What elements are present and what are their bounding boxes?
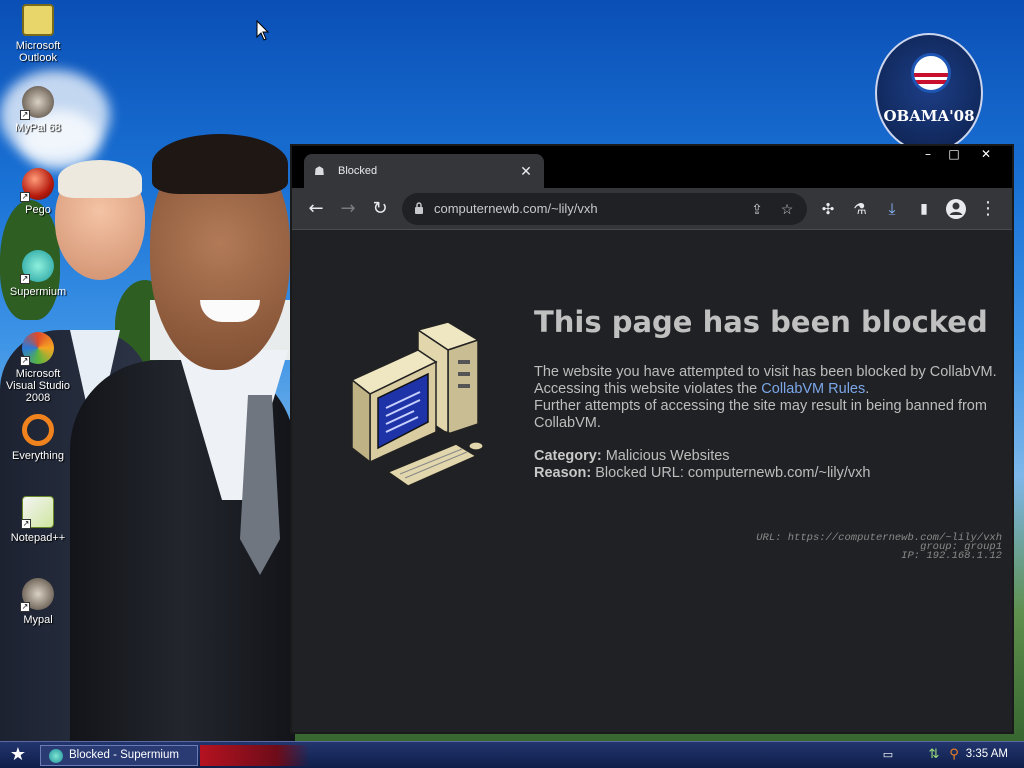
extensions-puzzle-icon[interactable]: ✣ (816, 197, 840, 221)
ban-warning-line: Further attempts of accessing the site m… (534, 398, 987, 431)
start-star-icon[interactable]: ★ (4, 744, 32, 766)
download-icon[interactable]: ⤓ (880, 197, 904, 221)
reason-line: Reason: Blocked URL: computernewb.com/~l… (534, 465, 1004, 482)
desktop-icon-outlook[interactable]: Microsoft Outlook (0, 4, 76, 64)
system-tray: ▭ ⇅ ⚲ 3:35 AM (864, 742, 1024, 768)
taskbar: ★ Blocked - Supermium ▭ ⇅ ⚲ 3:35 AM (0, 741, 1024, 768)
category-label: Category: (534, 448, 602, 464)
mypal-raccoon-icon: ↗ (20, 578, 54, 612)
clock[interactable]: 3:35 AM (966, 748, 1008, 760)
computer-illustration-icon (350, 322, 484, 487)
mypal-raccoon-icon: ↗ (20, 86, 54, 120)
side-panel-icon[interactable]: ▮ (912, 197, 936, 221)
everything-search-icon (22, 414, 54, 446)
rules-prefix: Accessing this website violates the (534, 381, 762, 397)
pego-orb-icon: ↗ (20, 168, 54, 202)
page-title: This page has been blocked (534, 305, 988, 339)
meta-ip: IP: 192.168.1.12 (901, 550, 1002, 562)
desktop-icon-mypal68[interactable]: ↗ MyPal 68 (0, 86, 76, 134)
tab-close-icon[interactable]: ✕ (518, 163, 534, 180)
outlook-icon (22, 4, 54, 36)
desktop-icon-label: Everything (12, 450, 64, 462)
desktop-icon-label: Notepad++ (10, 532, 66, 544)
browser-window: ☗ Blocked ✕ – □ ✕ ← → ↻ computernewb.com… (290, 144, 1014, 734)
rules-line: Accessing this website violates the Coll… (534, 381, 1004, 398)
menu-kebab-icon[interactable]: ⋮ (976, 197, 1000, 221)
tab-title: Blocked (338, 165, 378, 177)
desktop-icon-label: Pego (25, 204, 51, 216)
network-icon[interactable]: ⇅ (926, 747, 942, 763)
supermium-icon: ↗ (20, 250, 54, 284)
keyboard-icon[interactable]: ▭ (880, 747, 896, 763)
maximize-button[interactable]: □ (940, 146, 968, 164)
mouse-cursor-icon (256, 20, 270, 41)
desktop-icon-mypal[interactable]: ↗ Mypal (0, 578, 76, 626)
supermium-icon (49, 749, 63, 763)
block-message: The website you have attempted to visit … (534, 364, 1004, 482)
campaign-sun-icon (911, 53, 951, 93)
desktop-icon-pego[interactable]: ↗ Pego (0, 168, 76, 216)
desktop-icon-label: Microsoft Outlook (15, 40, 61, 64)
desktop-icon-label: Supermium (9, 286, 67, 298)
desktop-icon-supermium[interactable]: ↗ Supermium (0, 250, 76, 298)
tab-blocked[interactable]: ☗ Blocked ✕ (304, 154, 544, 188)
rules-suffix: . (865, 381, 870, 397)
taskbar-button-supermium[interactable]: Blocked - Supermium (40, 745, 198, 766)
reason-label: Reason: (534, 465, 592, 481)
browser-titlebar[interactable]: ☗ Blocked ✕ – □ ✕ (292, 146, 1012, 188)
desktop-icon-label: Microsoft Visual Studio 2008 (5, 368, 70, 404)
desktop-icon-label: Mypal (23, 614, 53, 626)
close-window-button[interactable]: ✕ (972, 146, 1000, 164)
back-arrow-icon[interactable]: ← (304, 197, 328, 221)
bookmark-star-icon[interactable]: ☆ (777, 199, 797, 219)
blocked-page: This page has been blocked The website y… (292, 230, 1012, 732)
labs-flask-icon[interactable]: ⚗ (848, 197, 872, 221)
profile-avatar-icon[interactable] (944, 197, 968, 221)
share-icon[interactable]: ⇪ (747, 199, 767, 219)
tab-favicon-icon: ☗ (314, 164, 325, 178)
address-bar[interactable]: computernewb.com/~lily/vxh ⇪ ☆ (402, 193, 807, 225)
minimize-button[interactable]: – (914, 146, 942, 164)
taskbar-button-label: Blocked - Supermium (69, 749, 179, 761)
taskbar-decoration (200, 745, 310, 766)
reason-value: Blocked URL: computernewb.com/~lily/vxh (595, 465, 871, 481)
request-metadata: URL: https://computernewb.com/~lily/vxh … (756, 533, 1002, 562)
category-line: Category: Malicious Websites (534, 448, 1004, 465)
reload-icon[interactable]: ↻ (368, 197, 392, 221)
desktop-icon-visual-studio[interactable]: ↗ Microsoft Visual Studio 2008 (0, 332, 76, 404)
forward-arrow-icon[interactable]: → (336, 197, 360, 221)
category-value: Malicious Websites (605, 448, 730, 464)
desktop-icon-everything[interactable]: Everything (0, 414, 76, 462)
everything-search-icon[interactable]: ⚲ (946, 747, 962, 763)
campaign-logo-text: OBAMA'08 (883, 107, 975, 125)
obama-hair (152, 134, 288, 194)
lock-icon (415, 202, 423, 214)
browser-toolbar: ← → ↻ computernewb.com/~lily/vxh ⇪ ☆ ✣ ⚗… (292, 188, 1012, 230)
notepadpp-icon: ↗ (21, 496, 54, 529)
obama-campaign-logo: OBAMA'08 (875, 33, 983, 153)
desktop-icon-label: MyPal 68 (15, 122, 61, 134)
desktop-icon-notepadpp[interactable]: ↗ Notepad++ (0, 496, 76, 544)
visual-studio-icon: ↗ (20, 332, 54, 366)
address-bar-url: computernewb.com/~lily/vxh (434, 201, 598, 216)
block-reason-line: The website you have attempted to visit … (534, 364, 997, 380)
collabvm-rules-link[interactable]: CollabVM Rules (761, 381, 865, 397)
